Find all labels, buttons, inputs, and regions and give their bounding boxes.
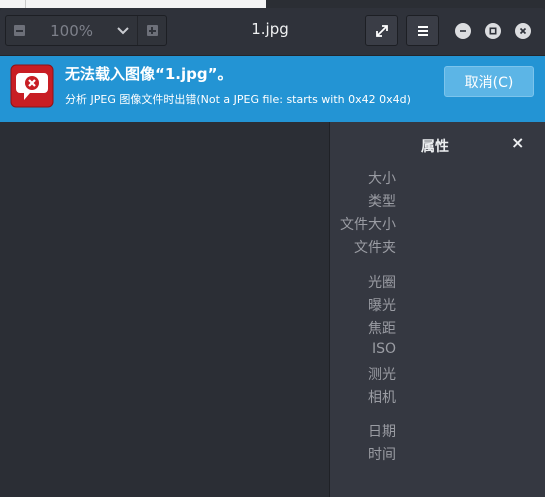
properties-sidebar: 属性 × 大小 类型 文件大小 文件夹 光圈 曝光 焦距 ISO 测光 相机 日…	[329, 122, 545, 497]
sidebar-close-button[interactable]: ×	[511, 135, 525, 151]
background-window	[0, 0, 266, 8]
property-aperture: 光圈	[368, 275, 396, 291]
window-title: 1.jpg	[251, 20, 289, 38]
chevron-down-icon	[117, 26, 129, 34]
plus-square-icon	[146, 25, 158, 36]
property-iso: ISO	[371, 341, 396, 357]
error-message: 分析 JPEG 图像文件时出错(Not a JPEG file: starts …	[65, 93, 411, 106]
close-icon	[519, 27, 527, 35]
property-camera: 相机	[368, 390, 396, 406]
property-date: 日期	[368, 424, 396, 440]
property-size: 大小	[368, 171, 396, 187]
zoom-level[interactable]: 100%	[34, 22, 110, 40]
fullscreen-button[interactable]	[365, 15, 398, 46]
minus-square-icon	[14, 25, 26, 36]
property-type: 类型	[368, 194, 396, 210]
zoom-control: 100%	[5, 15, 167, 46]
minimize-button[interactable]	[455, 23, 471, 39]
zoom-in-button[interactable]	[138, 16, 166, 45]
maximize-icon	[489, 27, 497, 35]
property-focal-length: 焦距	[368, 321, 396, 337]
property-file-size: 文件大小	[340, 217, 396, 233]
header-bar: 100% 1.jpg	[0, 8, 545, 56]
property-exposure: 曝光	[368, 298, 396, 314]
image-canvas[interactable]	[0, 122, 329, 497]
image-viewer-window: 100% 1.jpg 无法载入图像“1.jpg”。 分析 JPEG 图像文件时出…	[0, 8, 545, 497]
sidebar-title: 属性	[421, 139, 449, 155]
maximize-button[interactable]	[485, 23, 501, 39]
property-folder: 文件夹	[354, 240, 396, 256]
cancel-button[interactable]: 取消(C)	[444, 66, 534, 97]
error-infobar: 无法载入图像“1.jpg”。 分析 JPEG 图像文件时出错(Not a JPE…	[0, 56, 545, 122]
minimize-icon	[460, 30, 466, 32]
hamburger-menu-icon	[417, 25, 428, 36]
fullscreen-icon	[375, 24, 388, 37]
menu-button[interactable]	[406, 15, 439, 46]
zoom-out-button[interactable]	[6, 16, 34, 45]
property-metering: 测光	[368, 367, 396, 383]
close-button[interactable]	[515, 23, 531, 39]
error-icon	[10, 64, 54, 108]
zoom-menu-button[interactable]	[109, 16, 137, 45]
property-time: 时间	[368, 447, 396, 463]
error-title: 无法载入图像“1.jpg”。	[65, 65, 233, 83]
